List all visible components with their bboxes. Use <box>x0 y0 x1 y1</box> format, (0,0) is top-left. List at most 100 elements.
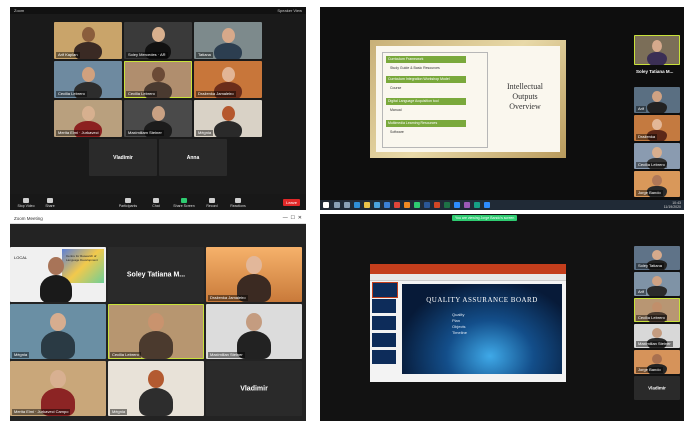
slide-item: Multimedia Learning Resources <box>386 120 466 127</box>
participant-name: Cecilia Lebrero <box>110 352 141 358</box>
reactions-button[interactable]: Reactions <box>226 198 250 208</box>
video-tile[interactable]: Mégnia <box>108 361 204 416</box>
participant-head <box>652 91 662 102</box>
slide-thumbnail[interactable] <box>372 350 396 364</box>
app-icon[interactable] <box>474 202 480 208</box>
powerpoint-icon[interactable] <box>434 202 440 208</box>
video-tile[interactable]: Draženka Jamaleiro <box>194 61 262 98</box>
view-switch[interactable]: Speaker View <box>277 8 302 13</box>
ribbon-tools <box>370 274 566 281</box>
video-tile-active-speaker[interactable]: Cecilia Lebrero <box>634 298 680 322</box>
share-screen-button[interactable]: Share Screen <box>172 198 196 208</box>
slide-subitem: Course <box>390 86 402 90</box>
chat-button[interactable]: Chat <box>144 198 168 208</box>
video-tile-no-video[interactable]: Soley Tatiana M... <box>108 247 204 302</box>
zoom-meeting-window: Zoom Meeting — ☐ ✕ Centre for Research o… <box>10 214 306 421</box>
video-tile[interactable]: Jorge Bando <box>634 171 680 197</box>
participants-icon <box>125 198 131 203</box>
chrome-icon[interactable] <box>394 202 400 208</box>
slide-thumbnail[interactable] <box>372 316 396 330</box>
video-tile[interactable]: Draženka Jamaleiro <box>206 247 302 302</box>
video-tile-no-video[interactable]: Vladimir <box>634 376 680 400</box>
video-tile[interactable]: Soley Mercedes · AR <box>124 22 192 59</box>
app-icon[interactable] <box>484 202 490 208</box>
slide-thumbnail[interactable] <box>372 282 398 298</box>
participant-name: Arif <box>636 106 646 112</box>
video-tile[interactable]: Maximilian Steiner <box>634 324 680 348</box>
reactions-icon <box>235 198 241 203</box>
participant-name: Mégnia <box>12 352 30 358</box>
participant-name: Merita Elmi · Jurkaveci Campo <box>12 409 71 415</box>
excel-icon[interactable] <box>444 202 450 208</box>
folder-icon[interactable] <box>364 202 370 208</box>
video-tile[interactable]: Merita Elmi · Jurkaveci <box>54 100 122 137</box>
participant-name: Vladimir <box>648 385 666 391</box>
participant-head <box>652 328 662 338</box>
participant-name: Jorge Bando <box>636 190 663 196</box>
window-titlebar: Zoom Meeting — ☐ ✕ <box>10 214 306 224</box>
mail-icon[interactable] <box>384 202 390 208</box>
app-icon[interactable] <box>464 202 470 208</box>
slide-subitem: Software <box>390 130 404 134</box>
participant-head <box>222 28 235 43</box>
slide-item: Curriculum Framework <box>386 56 466 63</box>
leave-button[interactable]: Leave <box>283 199 300 206</box>
participant-body <box>214 43 242 59</box>
video-tile[interactable]: Cecilia Lebrero <box>54 61 122 98</box>
meeting-gallery-view: Zoom Speaker View Arif Kaplan Soley Merc… <box>10 7 306 210</box>
video-tile[interactable]: Arif <box>634 272 680 296</box>
participant-name: Cecilia Lebrero <box>56 91 87 97</box>
share-button[interactable]: Share <box>38 198 62 208</box>
window-controls[interactable]: — ☐ ✕ <box>283 215 302 221</box>
video-tile[interactable]: Maximiliam Steiner <box>124 100 192 137</box>
video-tile[interactable]: Jorge Bando <box>634 350 680 374</box>
taskview-icon[interactable] <box>344 202 350 208</box>
zoom-icon[interactable] <box>454 202 460 208</box>
video-tile[interactable]: Cecilia Lebrero <box>634 143 680 169</box>
participant-name: Soley Tatiana M... <box>636 69 674 74</box>
video-tile[interactable]: Soley Tatiana <box>634 246 680 270</box>
slide-thumbnail[interactable] <box>372 333 396 347</box>
slide-subitem: Manual <box>390 108 402 112</box>
video-tile[interactable]: Centre for Research of Language Developm… <box>10 247 106 302</box>
participant-name: Arif Kaplan <box>56 52 80 58</box>
slide-bullets: Quality Plan Objects Timeline <box>452 312 467 335</box>
participant-name: Cecilia Lebrero <box>126 91 157 97</box>
stop-video-button[interactable]: Stop Video <box>14 198 38 208</box>
search-icon[interactable] <box>334 202 340 208</box>
video-tile-no-video[interactable]: Vladimir <box>206 361 302 416</box>
participant-name: Draženka <box>636 134 658 140</box>
meeting-toolbar: Stop Video Share Participants Chat Share… <box>10 194 306 210</box>
video-tile[interactable]: Draženka <box>634 115 680 141</box>
firefox-icon[interactable] <box>404 202 410 208</box>
participant-name: Cecilia Lebrero <box>636 315 667 321</box>
video-tile[interactable]: Arif Kaplan <box>54 22 122 59</box>
edge-icon[interactable] <box>354 202 360 208</box>
participants-button[interactable]: Participants <box>116 198 140 208</box>
video-tile[interactable]: Mégnia <box>10 304 106 359</box>
word-icon[interactable] <box>424 202 430 208</box>
video-tile[interactable]: Tatiana <box>194 22 262 59</box>
participant-head <box>652 147 662 158</box>
video-tile[interactable]: Maximilian Steiner <box>206 304 302 359</box>
participant-body <box>139 331 173 359</box>
start-icon[interactable] <box>323 202 329 208</box>
video-tile[interactable]: Arif <box>634 87 680 113</box>
current-slide: Quality Assurance Board Quality Plan Obj… <box>402 284 562 374</box>
video-tile-active-speaker[interactable]: Cecilia Lebrero <box>108 304 204 359</box>
video-tile-no-video[interactable]: Vladimir <box>89 139 157 176</box>
video-tile-active-speaker[interactable] <box>634 35 680 65</box>
store-icon[interactable] <box>374 202 380 208</box>
video-tile-no-video[interactable]: Anna <box>159 139 227 176</box>
record-icon <box>209 198 215 203</box>
slide-thumbnail[interactable] <box>372 299 396 313</box>
whatsapp-icon[interactable] <box>414 202 420 208</box>
video-tile[interactable]: Merita Elmi · Jurkaveci Campo <box>10 361 106 416</box>
record-button[interactable]: Record <box>200 198 224 208</box>
participant-head <box>50 313 66 331</box>
video-tile-active-speaker[interactable]: Cecilia Lebrero <box>124 61 192 98</box>
participant-name: Vladimir <box>113 154 133 161</box>
video-tile[interactable]: Mégnia <box>194 100 262 137</box>
participant-name: Draženka Jamaleiro <box>208 295 248 301</box>
participant-head <box>82 67 95 82</box>
